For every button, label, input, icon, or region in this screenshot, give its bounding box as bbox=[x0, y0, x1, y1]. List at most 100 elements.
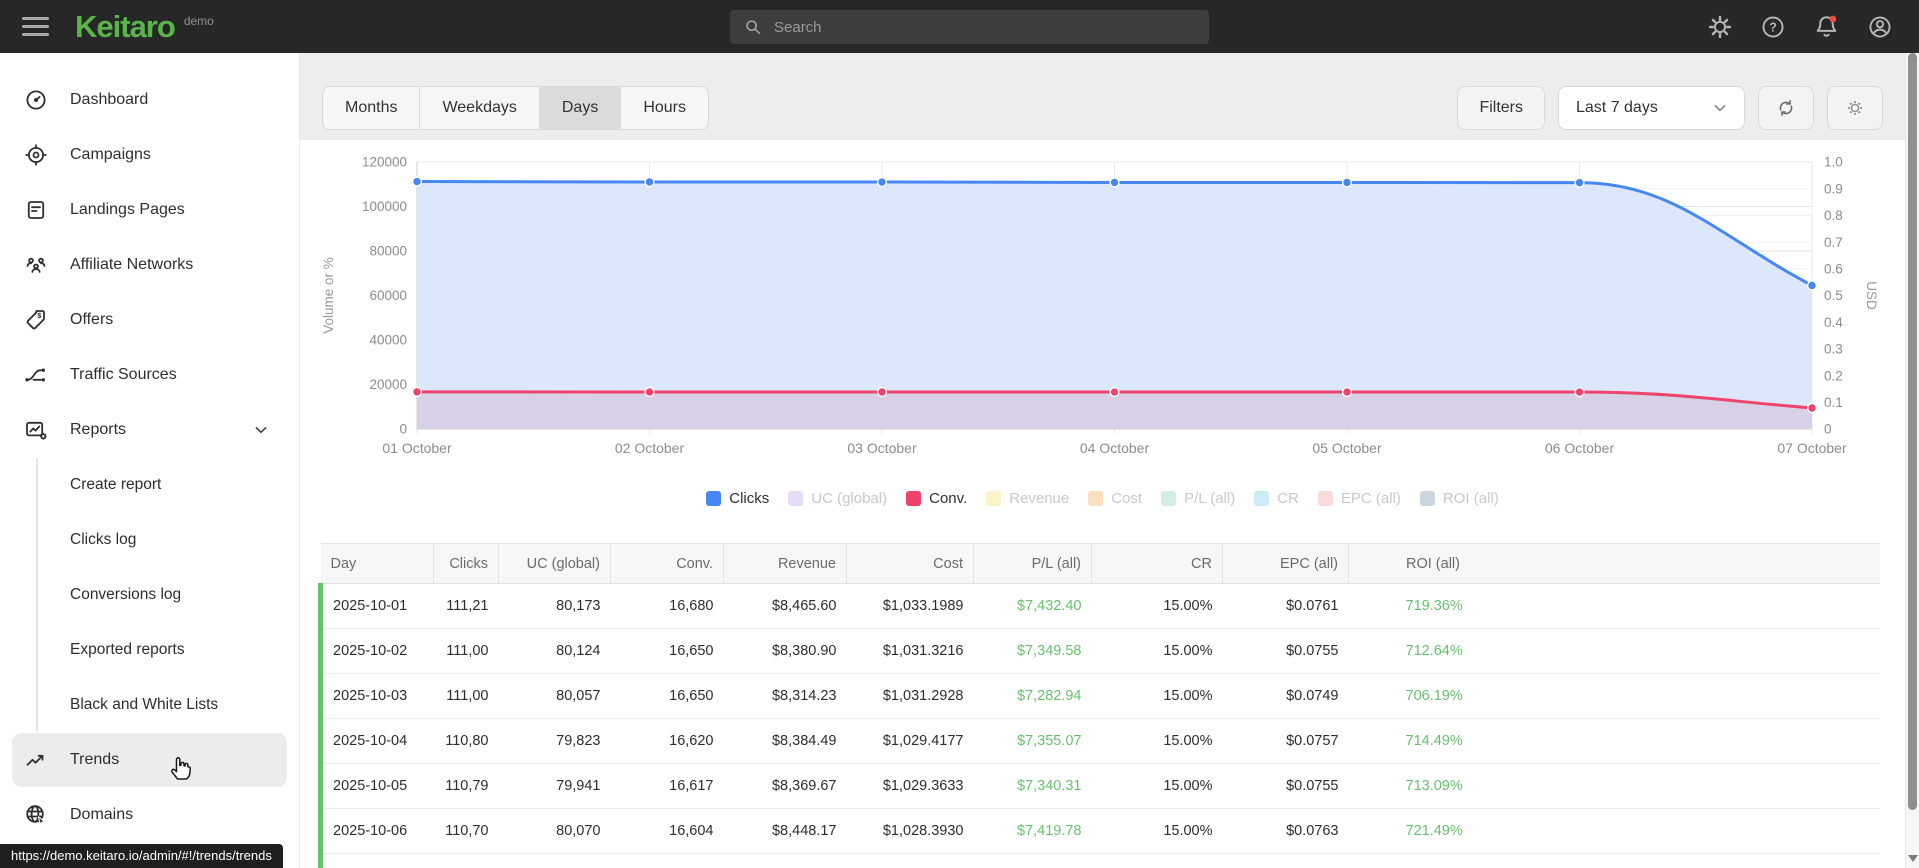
column-header-p-l-all[interactable]: P/L (all) bbox=[973, 543, 1092, 584]
sidebar-item-campaigns[interactable]: Campaigns bbox=[12, 128, 287, 182]
sidebar-subitem-create-report[interactable]: Create report bbox=[38, 458, 299, 512]
cell-p-l-all: $7,355.07 bbox=[973, 718, 1092, 764]
svg-text:06 October: 06 October bbox=[1545, 440, 1615, 456]
legend-label: UC (global) bbox=[811, 489, 888, 507]
column-header-uc-global[interactable]: UC (global) bbox=[498, 543, 611, 584]
cell-cost: $1,028.3930 bbox=[846, 808, 974, 854]
sidebar-item-dashboard[interactable]: Dashboard bbox=[12, 73, 287, 127]
refresh-button[interactable] bbox=[1758, 86, 1814, 130]
legend-item-cr[interactable]: CR bbox=[1254, 490, 1299, 507]
sidebar: Dashboard Campaigns Landings Pages Affiliat… bbox=[0, 53, 300, 868]
legend-swatch bbox=[906, 490, 922, 506]
topbar: Keitaro demo ? bbox=[0, 0, 1919, 53]
cell-day: 2025-10-07 bbox=[318, 853, 434, 868]
global-search[interactable] bbox=[730, 10, 1209, 44]
cell-cr: 15.00% bbox=[1091, 808, 1223, 854]
tab-days[interactable]: Days bbox=[538, 87, 621, 129]
sidebar-subitem-exported-reports[interactable]: Exported reports bbox=[38, 623, 299, 677]
cell-cost: $1,031.2928 bbox=[846, 673, 974, 719]
cell-p-l-all: $7,432.40 bbox=[973, 583, 1092, 629]
sidebar-subitem-black-and-white-lists[interactable]: Black and White Lists bbox=[38, 678, 299, 732]
sidebar-item-domains[interactable]: Domains bbox=[12, 788, 287, 842]
cell-epc-all: $0.0755 bbox=[1222, 628, 1349, 674]
svg-text:120000: 120000 bbox=[362, 155, 407, 170]
cell-roi-all: 719.36% bbox=[1348, 583, 1880, 629]
hamburger-menu-icon[interactable] bbox=[22, 17, 49, 36]
cell-clicks: 11,48 bbox=[433, 853, 499, 868]
sidebar-subitem-clicks-log[interactable]: Clicks log bbox=[38, 513, 299, 567]
cell-roi-all: 712.64% bbox=[1348, 628, 1880, 674]
column-header-cost[interactable]: Cost bbox=[846, 543, 974, 584]
account-icon[interactable] bbox=[1867, 14, 1893, 40]
column-header-clicks[interactable]: Clicks bbox=[433, 543, 499, 584]
svg-text:40000: 40000 bbox=[369, 333, 407, 348]
scrollbar-down-arrow[interactable] bbox=[1908, 855, 1918, 862]
column-header-conv[interactable]: Conv. bbox=[610, 543, 724, 584]
legend-label: Conv. bbox=[929, 489, 968, 507]
legend-item-clicks[interactable]: Clicks bbox=[706, 490, 769, 507]
svg-text:80000: 80000 bbox=[369, 244, 407, 259]
offers-icon: $ bbox=[24, 308, 48, 332]
svg-text:60000: 60000 bbox=[369, 288, 407, 303]
cell-roi-all: 706.19% bbox=[1348, 673, 1880, 719]
page-scrollbar[interactable] bbox=[1905, 53, 1919, 868]
legend-item-conv[interactable]: Conv. bbox=[906, 490, 967, 507]
sidebar-item-label: Dashboard bbox=[70, 91, 149, 108]
cell-clicks: 110,79 bbox=[433, 763, 499, 809]
sidebar-item-landings-pages[interactable]: Landings Pages bbox=[12, 183, 287, 237]
date-range-select[interactable]: Last 7 days bbox=[1558, 86, 1745, 130]
trends-chart: 0 20000 40000 60000 80000 100000 120000 0 0.1 0.2… bbox=[321, 155, 1879, 456]
cell-revenue: $8,448.17 bbox=[723, 808, 847, 854]
main-panel: 0 20000 40000 60000 80000 100000 120000 0 0.1 0.2… bbox=[300, 140, 1905, 868]
cell-uc-global: 80,173 bbox=[498, 583, 611, 629]
legend-item-cost[interactable]: Cost bbox=[1088, 490, 1142, 507]
cell-epc-all: $0.0755 bbox=[1222, 763, 1349, 809]
cell-conv: 16,620 bbox=[610, 718, 724, 764]
notifications-bell-icon[interactable] bbox=[1813, 13, 1840, 40]
legend-item-revenue[interactable]: Revenue bbox=[986, 490, 1069, 507]
sidebar-item-offers[interactable]: $ Offers bbox=[12, 293, 287, 347]
column-header-roi-all[interactable]: ROI (all) bbox=[1348, 543, 1880, 584]
svg-text:01 October: 01 October bbox=[382, 440, 452, 456]
cell-cr: 15.00% bbox=[1091, 853, 1223, 868]
svg-text:0.9: 0.9 bbox=[1824, 181, 1843, 196]
legend-item-roi-all[interactable]: ROI (all) bbox=[1419, 490, 1499, 507]
svg-text:0.4: 0.4 bbox=[1824, 315, 1843, 330]
filters-button[interactable]: Filters bbox=[1457, 86, 1545, 130]
sidebar-item-traffic-sources[interactable]: Traffic Sources bbox=[12, 348, 287, 402]
sidebar-item-reports[interactable]: Reports bbox=[12, 403, 287, 457]
svg-text:0: 0 bbox=[399, 422, 407, 437]
chart-settings-button[interactable] bbox=[1827, 86, 1883, 130]
notification-dot bbox=[1829, 15, 1837, 23]
svg-text:0.7: 0.7 bbox=[1824, 235, 1843, 250]
tab-hours[interactable]: Hours bbox=[620, 87, 708, 129]
legend-label: P/L (all) bbox=[1184, 489, 1236, 507]
sidebar-item-label: Domains bbox=[70, 806, 134, 823]
svg-text:0.2: 0.2 bbox=[1824, 368, 1843, 383]
status-url-tooltip: https://demo.keitaro.io/admin/#!/trends/… bbox=[0, 844, 283, 868]
help-icon[interactable]: ? bbox=[1760, 14, 1786, 40]
cell-epc-all: $0.0749 bbox=[1222, 673, 1349, 719]
search-input[interactable] bbox=[774, 18, 1197, 36]
cell-revenue: $8,465.60 bbox=[723, 583, 847, 629]
column-header-epc-all[interactable]: EPC (all) bbox=[1222, 543, 1349, 584]
sidebar-subitem-conversions-log[interactable]: Conversions log bbox=[38, 568, 299, 622]
column-header-revenue[interactable]: Revenue bbox=[723, 543, 847, 584]
column-header-cr[interactable]: CR bbox=[1091, 543, 1223, 584]
legend-item-epc-all[interactable]: EPC (all) bbox=[1317, 490, 1401, 507]
sidebar-item-affiliate-networks[interactable]: Affiliate Networks bbox=[12, 238, 287, 292]
scrollbar-thumb[interactable] bbox=[1908, 53, 1917, 810]
legend-item-uc-global[interactable]: UC (global) bbox=[788, 490, 887, 507]
tab-weekdays[interactable]: Weekdays bbox=[419, 87, 538, 129]
sidebar-item-label: Trends bbox=[70, 751, 120, 768]
sidebar-item-label: Affiliate Networks bbox=[70, 256, 194, 273]
legend-item-p-l-all[interactable]: P/L (all) bbox=[1161, 490, 1235, 507]
settings-icon[interactable] bbox=[1707, 14, 1733, 40]
column-header-day[interactable]: Day bbox=[320, 543, 434, 584]
svg-text:0.8: 0.8 bbox=[1824, 208, 1843, 223]
tab-months[interactable]: Months bbox=[323, 87, 419, 129]
landings-pages-icon bbox=[24, 198, 48, 222]
sidebar-item-trends[interactable]: Trends bbox=[12, 733, 287, 787]
cell-revenue: $8,369.67 bbox=[723, 763, 847, 809]
trends-table: Day Clicks UC (global) Conv. Revenue Cost P/L … bbox=[318, 543, 1880, 868]
